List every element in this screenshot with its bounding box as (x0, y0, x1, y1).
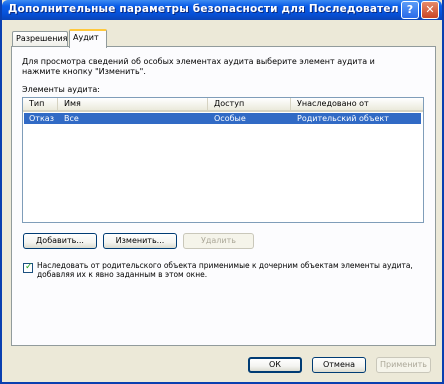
entry-inherited: Родительский объект (297, 114, 389, 123)
list-header: Тип Имя Доступ Унаследовано от (23, 98, 423, 112)
entry-access: Особые (214, 114, 246, 123)
entry-name: Все (64, 114, 79, 123)
audit-entry-row[interactable]: Отказ Все Особые Родительский объект (24, 113, 421, 124)
ok-button[interactable]: ОК (248, 357, 302, 373)
entry-type: Отказ (29, 114, 54, 123)
column-header-name[interactable]: Имя (58, 98, 208, 110)
help-icon: ? (406, 3, 414, 16)
column-header-type[interactable]: Тип (23, 98, 58, 110)
window-title: Дополнительные параметры безопасности дл… (8, 3, 398, 15)
tab-audit[interactable]: Аудит (69, 29, 107, 48)
inherit-checkbox-label[interactable]: Наследовать от родительского объекта при… (37, 261, 427, 279)
inherit-checkbox[interactable]: ✓ (23, 262, 33, 273)
add-button[interactable]: Добавить... (23, 233, 97, 249)
title-bar[interactable]: Дополнительные параметры безопасности дл… (2, 0, 442, 20)
dialog-window: Дополнительные параметры безопасности дл… (0, 0, 444, 384)
column-header-access[interactable]: Доступ (208, 98, 291, 110)
edit-button[interactable]: Изменить... (103, 233, 177, 249)
audit-entries-list[interactable]: Тип Имя Доступ Унаследовано от Отказ Все… (22, 97, 424, 223)
help-button[interactable]: ? (401, 1, 419, 19)
column-header-inherited[interactable]: Унаследовано от (291, 98, 423, 110)
checkmark-icon: ✓ (25, 262, 33, 272)
audit-description: Для просмотра сведений об особых элемент… (22, 57, 375, 76)
close-icon: ✕ (425, 3, 435, 16)
cancel-button[interactable]: Отмена (312, 357, 366, 373)
remove-button[interactable]: Удалить (183, 233, 254, 249)
audit-list-label: Элементы аудита: (22, 85, 100, 94)
tab-permissions[interactable]: Разрешения (12, 31, 68, 47)
apply-button[interactable]: Применить (376, 357, 431, 373)
audit-tab-panel: Для просмотра сведений об особых элемент… (11, 46, 436, 346)
close-button[interactable]: ✕ (421, 1, 439, 19)
